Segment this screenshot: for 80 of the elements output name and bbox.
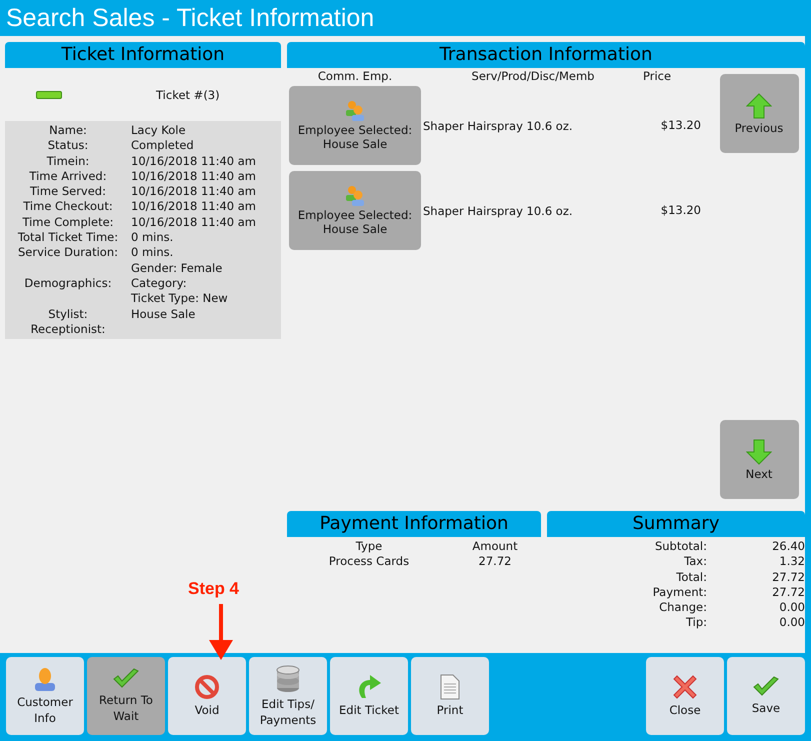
summary-label: Tip: bbox=[684, 615, 707, 631]
status-bar-icon bbox=[36, 90, 62, 98]
field-label: Time Checkout: bbox=[22, 199, 114, 215]
toolbar-button[interactable]: Edit Tips/ Payments bbox=[249, 657, 327, 735]
toolbar-button[interactable]: Print bbox=[411, 657, 489, 735]
summary-value: 27.72 bbox=[771, 570, 805, 585]
toolbar-button[interactable]: Customer Info bbox=[6, 657, 84, 735]
previous-button[interactable]: Previous bbox=[720, 74, 798, 153]
window-title: Search Sales - Ticket Information bbox=[6, 4, 374, 32]
field-value: 10/16/2018 11:40 am bbox=[131, 184, 257, 200]
up-arrow-icon bbox=[746, 92, 772, 118]
summary-value: 0.00 bbox=[778, 600, 805, 616]
annotation-arrow bbox=[208, 604, 234, 660]
field-value: Completed bbox=[131, 138, 195, 154]
item-price: $13.20 bbox=[660, 202, 701, 218]
field-value: 10/16/2018 11:40 am bbox=[131, 199, 257, 215]
field-label: Stylist: bbox=[47, 306, 89, 322]
column-header: Type bbox=[354, 539, 384, 554]
summary-label: Tax: bbox=[683, 554, 707, 570]
down-arrow-icon bbox=[746, 438, 772, 464]
summary-value: 27.72 bbox=[771, 584, 805, 600]
payment-amount: 27.72 bbox=[478, 554, 512, 570]
item-price: $13.20 bbox=[660, 118, 701, 134]
summary-value: 0.00 bbox=[778, 615, 805, 631]
people-icon bbox=[344, 185, 366, 207]
panel-header: Payment Information bbox=[287, 511, 541, 537]
document-icon bbox=[440, 674, 460, 700]
field-label: Time Arrived: bbox=[28, 168, 108, 184]
panel-header: Transaction Information bbox=[287, 42, 805, 68]
panel-header: Summary bbox=[547, 511, 805, 537]
field-value: 10/16/2018 11:40 am bbox=[131, 168, 257, 184]
field-label: Timein: bbox=[46, 154, 90, 169]
field-value: 0 mins. bbox=[131, 230, 174, 246]
checkmark-icon bbox=[112, 668, 140, 690]
field-value: 10/16/2018 11:40 am bbox=[131, 154, 257, 169]
field-value: 10/16/2018 11:40 am bbox=[131, 214, 257, 230]
summary-value: 1.32 bbox=[778, 554, 805, 570]
toolbar-button[interactable]: Save bbox=[727, 657, 805, 735]
field-value: 0 mins. bbox=[131, 245, 174, 261]
employee-button[interactable]: Employee Selected: House Sale bbox=[289, 86, 421, 165]
summary-value: 26.40 bbox=[771, 539, 805, 554]
item-name: Shaper Hairspray 10.6 oz. bbox=[423, 118, 574, 132]
field-value: Category: bbox=[131, 276, 188, 292]
toolbar-button[interactable]: Void bbox=[168, 657, 246, 735]
column-header: Serv/Prod/Disc/Memb bbox=[470, 69, 596, 85]
database-icon bbox=[275, 664, 301, 694]
field-label: Name: bbox=[48, 123, 88, 138]
field-value: House Sale bbox=[131, 306, 196, 322]
toolbar-button[interactable]: Return To Wait bbox=[87, 657, 165, 735]
item-name: Shaper Hairspray 10.6 oz. bbox=[423, 204, 574, 218]
field-label: Time Served: bbox=[29, 184, 107, 200]
field-label: Receptionist: bbox=[30, 322, 106, 338]
people-icon bbox=[344, 100, 366, 122]
summary-label: Payment: bbox=[652, 584, 707, 600]
field-label: Time Complete: bbox=[21, 214, 115, 230]
field-value: Gender: Female bbox=[131, 260, 224, 276]
prohibited-icon bbox=[194, 674, 220, 700]
column-header: Comm. Emp. bbox=[316, 69, 394, 85]
column-header: Price bbox=[643, 69, 672, 85]
field-value: Ticket Type: New bbox=[131, 291, 229, 307]
payment-type: Process Cards bbox=[328, 554, 410, 570]
field-label: Demographics: bbox=[23, 276, 113, 292]
toolbar-button[interactable]: Edit Ticket bbox=[330, 657, 408, 735]
employee-button[interactable]: Employee Selected: House Sale bbox=[289, 171, 421, 250]
summary-label: Subtotal: bbox=[654, 539, 707, 554]
panel-header: Ticket Information bbox=[5, 42, 281, 68]
summary-label: Total: bbox=[675, 570, 707, 585]
summary-label: Change: bbox=[658, 600, 707, 616]
next-button[interactable]: Next bbox=[720, 420, 798, 499]
field-label: Total Ticket Time: bbox=[16, 230, 120, 246]
ticket-number: Ticket #(3) bbox=[156, 88, 220, 102]
step-annotation: Step 4 bbox=[188, 579, 240, 599]
person-icon bbox=[33, 666, 57, 692]
toolbar-button[interactable]: Close bbox=[646, 657, 724, 735]
close-icon bbox=[672, 674, 698, 700]
field-value: Lacy Kole bbox=[131, 123, 187, 138]
checkmark-icon bbox=[752, 676, 780, 698]
column-header: Amount bbox=[471, 539, 519, 554]
field-label: Status: bbox=[46, 138, 90, 154]
field-label: Service Duration: bbox=[17, 245, 119, 261]
